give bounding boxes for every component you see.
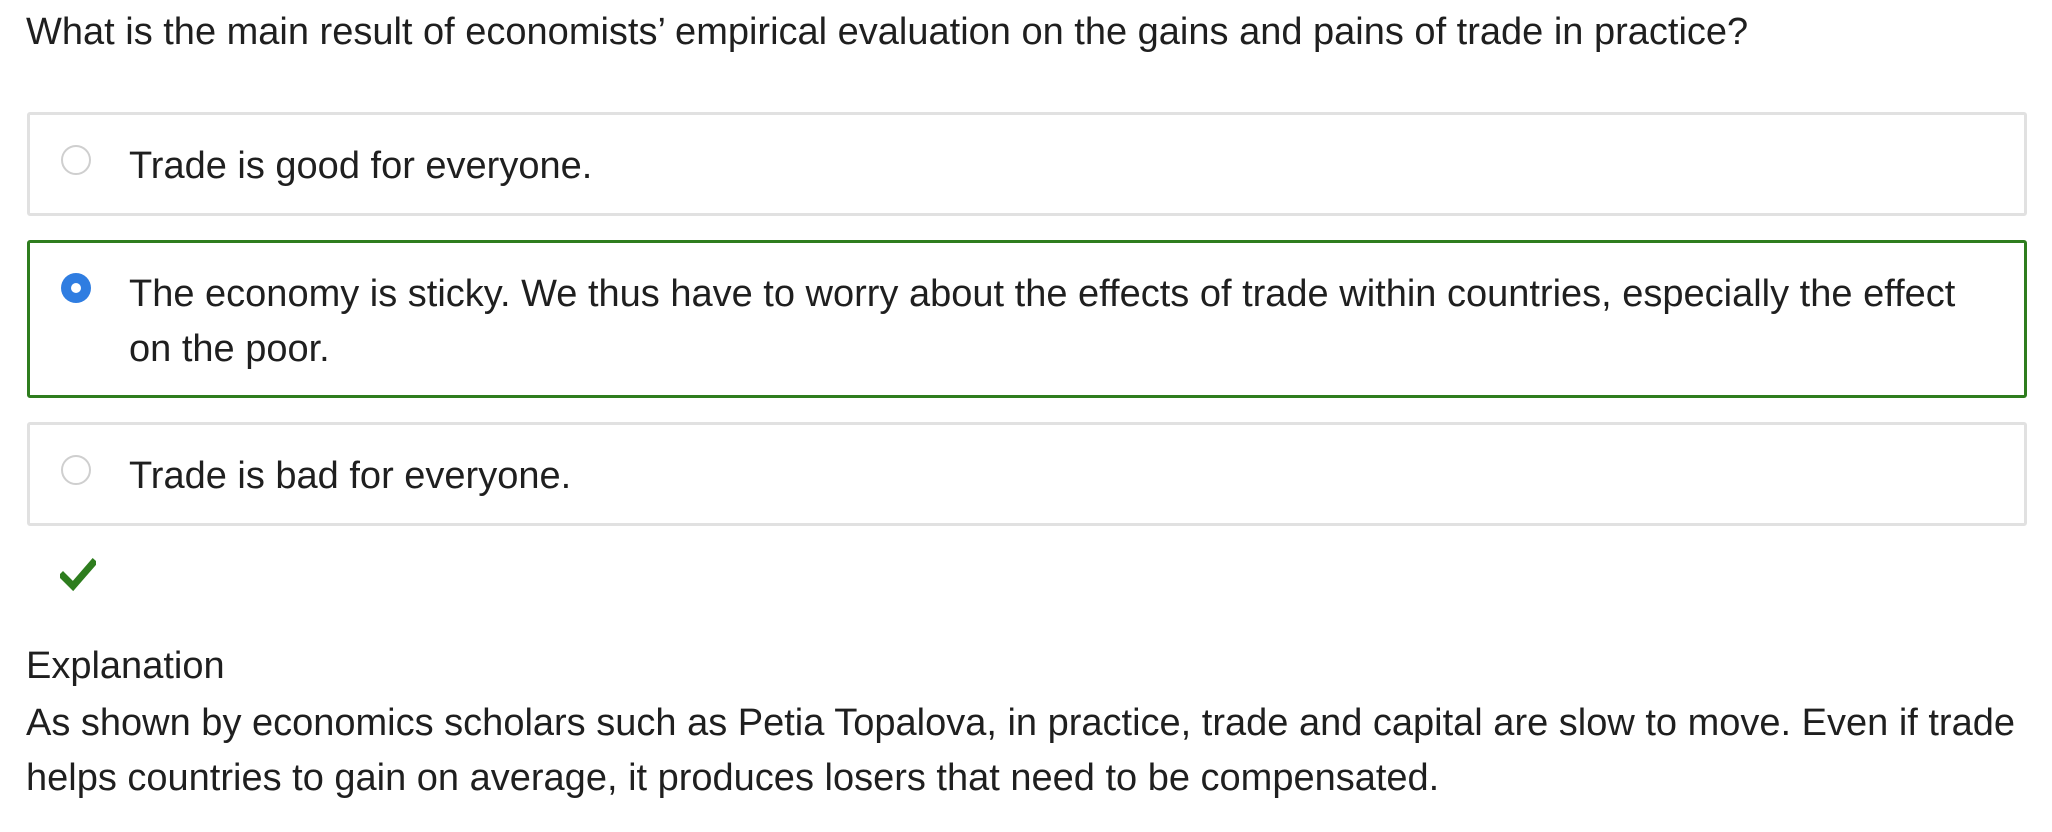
answer-option-1[interactable]: Trade is good for everyone.: [27, 112, 2027, 216]
answer-option-2[interactable]: The economy is sticky. We thus have to w…: [27, 240, 2027, 398]
check-icon: [60, 558, 96, 592]
radio-button-selected[interactable]: [61, 273, 91, 303]
radio-button[interactable]: [61, 145, 91, 175]
explanation-heading: Explanation: [26, 645, 225, 687]
radio-button[interactable]: [61, 455, 91, 485]
question-text: What is the main result of economists’ e…: [26, 11, 1749, 53]
explanation-body: As shown by economics scholars such as P…: [26, 702, 2015, 799]
answer-option-label: Trade is good for everyone.: [129, 145, 593, 187]
answer-option-3[interactable]: Trade is bad for everyone.: [27, 422, 2027, 526]
answer-option-label: Trade is bad for everyone.: [129, 455, 572, 497]
answer-option-label: The economy is sticky. We thus have to w…: [129, 273, 1956, 370]
